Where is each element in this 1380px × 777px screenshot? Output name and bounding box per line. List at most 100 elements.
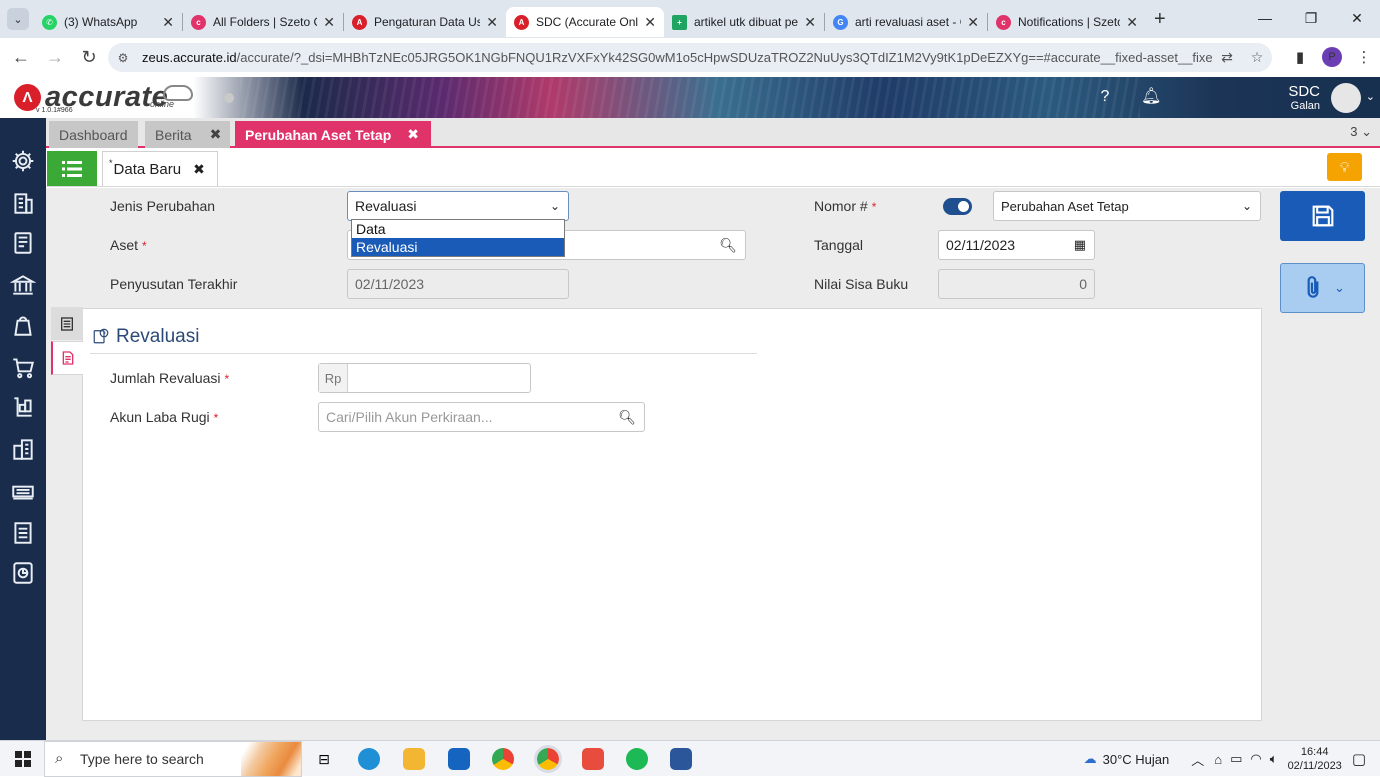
app-icon[interactable] — [582, 748, 604, 770]
user-name: Galan — [1290, 100, 1320, 112]
tips-lightbulb-button[interactable]: 💡︎ — [1327, 153, 1362, 181]
auto-number-toggle[interactable] — [943, 198, 972, 215]
notifications-icon[interactable]: ▢ — [1352, 750, 1366, 768]
browser-tab-google-search[interactable]: G arti revaluasi aset - C ✕ — [825, 7, 987, 37]
browser-menu-icon[interactable]: ⋮ — [1348, 48, 1380, 66]
volume-icon[interactable]: 🔈︎ — [1270, 751, 1278, 767]
wifi-icon[interactable]: ◠ — [1250, 751, 1261, 767]
browser-tab-artikel[interactable]: + artikel utk dibuat pe ✕ — [664, 7, 824, 37]
forward-icon[interactable]: → — [38, 47, 72, 68]
option-data[interactable]: Data — [352, 220, 564, 238]
revaluation-icon — [93, 328, 109, 344]
show-hidden-icons-icon[interactable]: ︿ — [1191, 750, 1204, 769]
inventory-icon[interactable] — [10, 394, 36, 420]
cash-register-icon[interactable] — [10, 478, 36, 504]
attachment-button[interactable]: ⌄ — [1280, 263, 1365, 313]
minimize-icon[interactable]: — — [1242, 0, 1288, 36]
shopping-cart-icon[interactable] — [10, 354, 36, 380]
jenis-perubahan-select[interactable]: Revaluasi ⌄ — [347, 191, 569, 221]
chrome-icon[interactable] — [492, 748, 514, 770]
vertical-tab-revaluasi[interactable] — [51, 341, 83, 375]
tab-search-button[interactable]: ⌄ — [7, 8, 29, 30]
search-icon[interactable]: 🔍︎ — [618, 409, 636, 426]
nomor-select[interactable]: Perubahan Aset Tetap ⌄ — [993, 191, 1261, 221]
settings-gear-icon[interactable] — [10, 148, 36, 174]
bookmark-star-icon[interactable]: ☆ — [1242, 49, 1272, 66]
save-button[interactable] — [1280, 191, 1365, 241]
close-icon[interactable]: ✖ — [193, 161, 205, 178]
browser-tab-pengaturan[interactable]: A Pengaturan Data Us ✕ — [344, 7, 506, 37]
tab-dashboard[interactable]: Dashboard — [49, 121, 138, 148]
browser-tab-title: arti revaluasi aset - C — [855, 15, 962, 29]
clock-date: 02/11/2023 — [1287, 760, 1342, 772]
user-avatar[interactable] — [1331, 83, 1361, 113]
chrome-profile-icon[interactable] — [534, 745, 562, 773]
taskbar-search-input[interactable]: ⌕ Type here to search — [44, 741, 302, 777]
windows-start-icon[interactable] — [8, 741, 38, 777]
report-chart-icon[interactable] — [10, 560, 36, 586]
close-tab-icon[interactable]: ✕ — [804, 14, 816, 31]
close-icon[interactable]: ✖ — [407, 126, 419, 143]
bank-icon[interactable] — [9, 272, 37, 298]
close-tab-icon[interactable]: ✕ — [644, 14, 656, 31]
translate-icon[interactable]: ⇄ — [1212, 49, 1242, 66]
file-explorer-icon[interactable] — [403, 748, 425, 770]
browser-tab-notifications[interactable]: c Notifications | Szeto ✕ — [988, 7, 1146, 37]
divider — [90, 353, 757, 354]
side-panel-icon[interactable]: ▮ — [1284, 48, 1316, 66]
tax-icon[interactable] — [10, 520, 36, 546]
close-tab-icon[interactable]: ✕ — [967, 14, 979, 31]
asset-building-icon[interactable] — [10, 436, 36, 462]
edge-icon[interactable] — [358, 748, 380, 770]
ledger-book-icon[interactable] — [10, 230, 36, 256]
tanggal-date-input[interactable]: 02/11/2023 ▦ — [938, 230, 1095, 260]
profile-avatar[interactable]: P — [1322, 47, 1342, 67]
browser-tab-whatsapp[interactable]: ✆ (3) WhatsApp ✕ — [34, 7, 182, 37]
sales-bag-icon[interactable] — [10, 312, 36, 338]
revaluasi-panel — [82, 308, 1262, 721]
help-icon[interactable]: ? — [1095, 87, 1115, 107]
vertical-tab-info[interactable] — [51, 307, 83, 340]
task-view-icon[interactable]: ⊟ — [310, 741, 338, 777]
site-info-icon[interactable]: ⚙ — [112, 47, 134, 69]
akun-laba-rugi-search-input[interactable]: Cari/Pilih Akun Perkiraan... 🔍︎ — [318, 402, 645, 432]
reload-icon[interactable]: ↻ — [72, 47, 106, 68]
close-tab-icon[interactable]: ✕ — [162, 14, 174, 31]
tab-berita[interactable]: Berita ✖ — [145, 121, 230, 148]
search-icon[interactable]: 🔍︎ — [719, 237, 737, 254]
option-revaluasi[interactable]: Revaluasi — [352, 238, 564, 256]
company-building-icon[interactable] — [10, 190, 36, 216]
battery-icon[interactable]: ▭ — [1230, 751, 1242, 767]
tab-perubahan-aset-tetap[interactable]: Perubahan Aset Tetap ✖ — [235, 121, 431, 148]
browser-tab-sdc-active[interactable]: A SDC (Accurate Onlin ✕ — [506, 7, 664, 37]
open-tab-count[interactable]: 3 ⌄ — [1350, 124, 1372, 140]
jumlah-revaluasi-input[interactable] — [318, 363, 531, 393]
akun-laba-rugi-label: Akun Laba Rugi * — [110, 409, 218, 425]
user-info[interactable]: SDC Galan — [1288, 83, 1320, 112]
list-view-button[interactable] — [47, 151, 97, 186]
clock[interactable]: 16:44 02/11/2023 — [1288, 745, 1342, 773]
network-icon[interactable]: ⌂ — [1214, 752, 1222, 767]
tab-label: Dashboard — [59, 126, 128, 143]
weather-text[interactable]: 30°C Hujan — [1103, 752, 1170, 767]
word-icon[interactable] — [670, 748, 692, 770]
close-tab-icon[interactable]: ✕ — [1126, 14, 1138, 31]
address-bar[interactable]: ⚙ zeus.accurate.id/accurate/?_dsi=MHBhTz… — [108, 43, 1272, 72]
back-icon[interactable]: ← — [4, 47, 38, 68]
browser-tab-szeto-folders[interactable]: c All Folders | Szeto C ✕ — [183, 7, 343, 37]
url-text[interactable]: zeus.accurate.id/accurate/?_dsi=MHBhTzNE… — [142, 50, 1212, 65]
close-tab-icon[interactable]: ✕ — [323, 14, 335, 31]
close-tab-icon[interactable]: ✕ — [486, 14, 498, 31]
penyusutan-terakhir-value: 02/11/2023 — [355, 276, 425, 292]
close-window-icon[interactable]: ✕ — [1334, 0, 1380, 36]
calendar-icon[interactable]: ▦ — [1074, 237, 1086, 253]
maximize-icon[interactable]: ❐ — [1288, 0, 1334, 36]
bell-icon[interactable]: 🔔︎ — [1141, 87, 1161, 107]
mail-icon[interactable] — [448, 748, 470, 770]
spotify-icon[interactable] — [626, 748, 648, 770]
chevron-down-icon[interactable]: ⌄ — [1366, 90, 1375, 103]
tab-data-baru[interactable]: * Data Baru ✖ — [102, 151, 218, 186]
new-tab-button[interactable]: + — [1154, 8, 1166, 31]
close-icon[interactable]: ✖ — [210, 126, 222, 143]
tab-label: Perubahan Aset Tetap — [245, 126, 392, 143]
